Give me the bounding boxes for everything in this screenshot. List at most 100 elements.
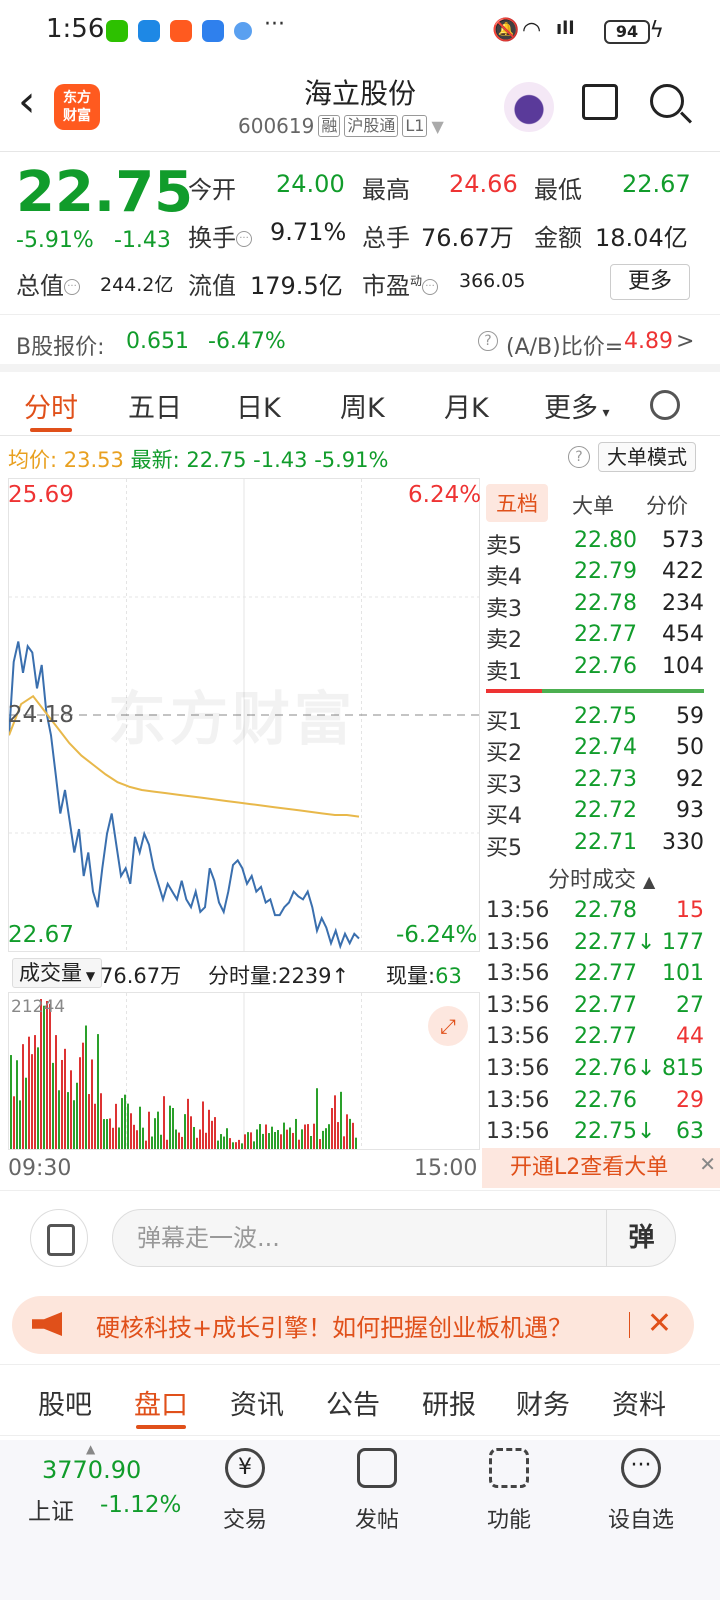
- active-tab-indicator: [136, 1425, 186, 1429]
- close-icon[interactable]: ✕: [647, 1306, 672, 1341]
- settings-gear-icon[interactable]: [650, 390, 680, 420]
- volume-bar: [133, 1124, 135, 1149]
- danmaku-bar: 弹幕走一波... 弹: [0, 1190, 720, 1286]
- ai-assistant-icon[interactable]: [504, 82, 554, 132]
- tick-volume: 815: [662, 1056, 704, 1081]
- tab-forum[interactable]: 股吧: [38, 1383, 92, 1422]
- volume-bar: [145, 1140, 147, 1149]
- index-name: 上证: [28, 1499, 74, 1525]
- chevron-right-icon[interactable]: >: [676, 329, 694, 354]
- bid-row: 买1 22.75 59: [486, 704, 704, 735]
- current-volume: 现量:63: [386, 960, 462, 990]
- float-label: 流值: [188, 272, 236, 300]
- info-icon[interactable]: ···: [236, 231, 252, 247]
- avg-value: 23.53: [63, 448, 124, 472]
- tab-monthly-k[interactable]: 月K: [444, 386, 489, 425]
- high-label: 最高: [362, 176, 410, 204]
- danmaku-input[interactable]: 弹幕走一波...: [112, 1209, 676, 1267]
- low-label: 最低: [534, 176, 582, 204]
- tab-research[interactable]: 研报: [422, 1383, 476, 1422]
- tab-market-depth[interactable]: 盘口: [134, 1383, 188, 1422]
- more-circle-icon: ···: [621, 1448, 661, 1488]
- tab-big-orders[interactable]: 大单: [572, 490, 614, 520]
- volume-bar: [70, 1070, 72, 1149]
- tab-more[interactable]: 更多 ▾: [544, 386, 609, 425]
- tab-profile[interactable]: 资料: [612, 1383, 666, 1422]
- status-time: 1:56: [46, 14, 105, 44]
- tick-row: 13:56 22.77↓ 177: [486, 930, 704, 960]
- tab-price-dist[interactable]: 分价: [646, 490, 688, 520]
- volume-bar: [85, 1025, 87, 1149]
- dock-functions[interactable]: 功能: [464, 1448, 554, 1534]
- bid-label: 买1: [486, 710, 522, 735]
- help-icon[interactable]: ?: [568, 446, 590, 468]
- volume-bar: [289, 1127, 291, 1149]
- ticks-header[interactable]: 分时成交 ▲: [548, 862, 655, 894]
- tab-weekly-k[interactable]: 周K: [340, 386, 385, 425]
- volume-bar: [142, 1127, 144, 1149]
- tab-intraday[interactable]: 分时: [24, 386, 78, 425]
- ab-ratio-label[interactable]: (A/B)比价=: [506, 329, 623, 361]
- battery-icon: 94: [604, 20, 650, 44]
- volume-bar: [310, 1135, 312, 1149]
- help-icon[interactable]: ?: [478, 331, 498, 351]
- ab-ratio-value[interactable]: 4.89: [624, 329, 673, 354]
- tick-price: 22.75↓: [574, 1119, 656, 1145]
- info-icon[interactable]: ···: [422, 279, 439, 295]
- latest-change: -1.43: [253, 448, 308, 472]
- pe-value: 366.05: [459, 270, 526, 292]
- danmaku-settings-icon[interactable]: [30, 1209, 88, 1267]
- volume-bar: [235, 1142, 237, 1149]
- volume-selector[interactable]: 成交量 ▼: [12, 958, 103, 988]
- more-button[interactable]: 更多: [610, 264, 690, 300]
- tick-row: 13:56 22.77 27: [486, 993, 704, 1023]
- expand-icon[interactable]: ⤢: [428, 1006, 468, 1046]
- search-icon[interactable]: [650, 84, 684, 118]
- tab-five-levels[interactable]: 五档: [486, 484, 548, 522]
- big-order-mode-button[interactable]: 大单模式: [598, 442, 696, 472]
- volume-total: 76.67万: [100, 964, 182, 988]
- volume-bar: [76, 1082, 78, 1149]
- dock-post[interactable]: 发帖: [332, 1448, 422, 1534]
- tick-volume: 27: [676, 992, 704, 1018]
- tick-volume: 15: [676, 898, 704, 923]
- promo-text: 硬核科技+成长引擎！如何把握创业板机遇？: [96, 1314, 573, 1342]
- tab-news[interactable]: 资讯: [230, 1383, 284, 1422]
- change-percent: -5.91%: [16, 228, 94, 253]
- pe-label-text: 市盈: [362, 272, 410, 300]
- volume-bar: [166, 1139, 168, 1149]
- info-icon[interactable]: ···: [64, 279, 80, 295]
- volume-chart[interactable]: 21244: [8, 992, 480, 1150]
- volume-bar: [106, 1119, 108, 1149]
- stock-code: 600619: [238, 114, 315, 138]
- edit-icon: [357, 1448, 397, 1488]
- index-value: 3770.90: [42, 1456, 142, 1484]
- tab-five-day[interactable]: 五日: [128, 386, 182, 425]
- tab-announcements[interactable]: 公告: [326, 1383, 380, 1422]
- message-icon: [138, 20, 160, 42]
- volume-bar: [43, 1005, 45, 1149]
- tick-price: 22.77↓: [574, 929, 656, 955]
- volume-bar: [223, 1136, 225, 1149]
- bid-price: 22.71: [574, 829, 637, 855]
- close-icon[interactable]: ✕: [699, 1154, 716, 1174]
- volume-bar: [280, 1134, 282, 1149]
- tab-daily-k[interactable]: 日K: [236, 386, 281, 425]
- dock-trade[interactable]: ¥ 交易: [200, 1448, 290, 1534]
- stock-code-row[interactable]: 600619 融 沪股通 L1 ▼: [238, 114, 444, 138]
- share-icon[interactable]: [582, 84, 618, 120]
- dock-add-watchlist[interactable]: ··· 设自选: [596, 1448, 686, 1534]
- minute-volume-label: 分时量:: [208, 964, 279, 988]
- b-share-row: B股报价: 0.651 -6.47% ? (A/B)比价= 4.89 >: [0, 314, 720, 370]
- tab-finance[interactable]: 财务: [516, 1383, 570, 1422]
- volume-bar: [31, 1054, 33, 1149]
- promo-banner[interactable]: 硬核科技+成长引擎！如何把握创业板机遇？ ✕: [12, 1296, 694, 1354]
- current-price: 22.75: [16, 160, 194, 225]
- ask-label: 卖1: [486, 659, 522, 685]
- volume-bar: [211, 1120, 213, 1149]
- danmaku-toggle-button[interactable]: 弹: [606, 1210, 676, 1266]
- volume-bar: [40, 999, 42, 1149]
- info-tabs: 股吧 盘口 资讯 公告 研报 财务 资料: [0, 1364, 720, 1436]
- l2-promo-bar[interactable]: 开通L2查看大单 ✕: [482, 1148, 720, 1188]
- status-bar: 1:56 ··· 🔕 ◠ ıll 94 ϟ: [0, 0, 720, 62]
